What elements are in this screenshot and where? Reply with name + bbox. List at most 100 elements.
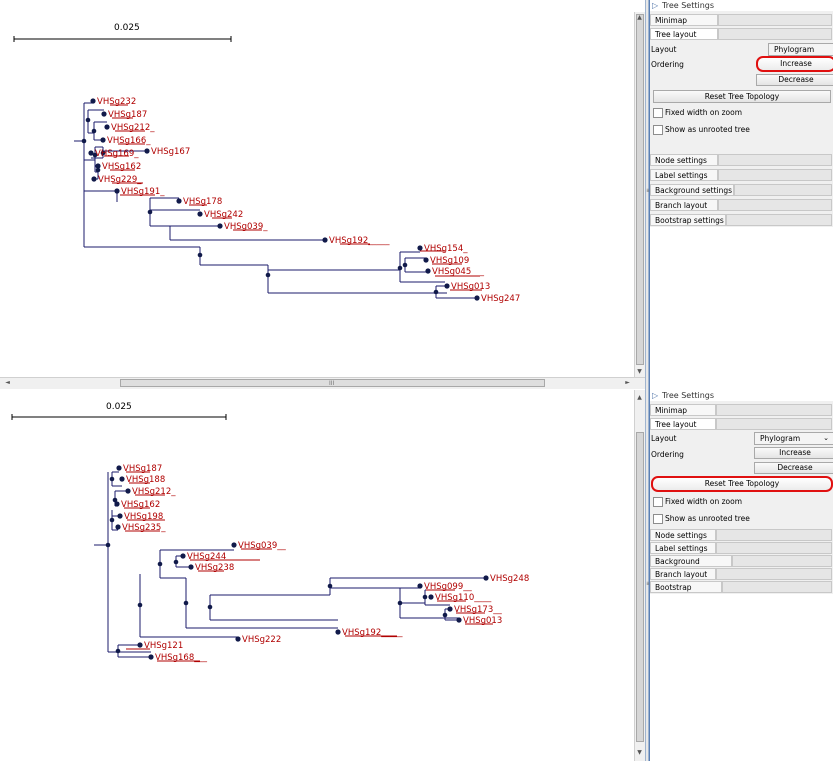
collapse-triangle-icon[interactable]: ▷ <box>652 390 658 401</box>
tree-layout-tab-label: Tree layout <box>650 418 716 430</box>
tree-settings-header[interactable]: ▷ Tree Settings <box>649 390 833 401</box>
leaf-node <box>197 211 203 217</box>
increase-button[interactable]: Increase <box>754 447 833 459</box>
tree-layout-section[interactable]: Tree layout <box>650 28 832 40</box>
tree-node <box>397 600 403 606</box>
settings-empty-area <box>649 227 833 390</box>
leaf-node <box>217 223 223 229</box>
leaf-node <box>322 237 328 243</box>
ordering-label: Ordering <box>651 60 684 69</box>
leaf-node <box>104 124 110 130</box>
section-bar <box>718 154 832 166</box>
node-settings-section[interactable]: Node settings <box>650 154 832 166</box>
leaf-node <box>137 642 143 648</box>
tree-canvas-bottom[interactable]: VHSg187 VHSg188 VHSg212_ VHSg162 VHSg198 VHSg… <box>0 390 634 761</box>
tree-settings-panel: ▷ Tree Settings Minimap Tree layout Layo… <box>649 390 833 761</box>
fixed-width-checkbox[interactable]: Fixed width on zoom <box>653 107 823 118</box>
background-settings-section[interactable]: Background settings <box>650 555 832 578</box>
unrooted-checkbox[interactable]: Show as unrooted tree <box>653 124 823 135</box>
checkbox-box[interactable] <box>653 514 663 524</box>
increase-button[interactable]: Increase <box>756 56 833 72</box>
leaf-node <box>417 245 423 251</box>
background-settings-label: Background settings <box>650 184 734 196</box>
layout-select[interactable]: Phylogram ⌄ <box>754 432 833 445</box>
scroll-up-icon[interactable]: ▲ <box>634 393 645 403</box>
scrollbar-thumb[interactable] <box>636 14 644 365</box>
node-settings-section[interactable]: Node settings <box>650 529 832 541</box>
leaf-node <box>117 513 123 519</box>
leaf-label: VHSg013 <box>451 282 490 292</box>
section-bar <box>734 184 832 196</box>
tree-settings-header[interactable]: ▷ Tree Settings <box>649 0 833 11</box>
leaf-node <box>474 295 480 301</box>
collapse-triangle-icon[interactable]: ▷ <box>652 0 658 11</box>
fixed-width-checkbox[interactable]: Fixed width on zoom <box>653 496 823 507</box>
background-settings-section[interactable]: Background settings <box>650 184 832 196</box>
scroll-up-icon[interactable]: ▲ <box>634 13 645 23</box>
section-bar <box>718 14 832 26</box>
tree-canvas-top[interactable]: VHSg232 VHSg187 VHSg212_ VHSg166_ VHSg167 VHS… <box>0 0 634 377</box>
scroll-down-icon[interactable]: ▼ <box>634 367 645 377</box>
label-settings-label: Label settings <box>650 542 716 554</box>
unrooted-label: Show as unrooted tree <box>665 514 750 523</box>
label-settings-section[interactable]: Label settings <box>650 542 832 554</box>
branch-layout-label: Branch layout <box>650 568 716 580</box>
minimap-section[interactable]: Minimap <box>650 14 832 26</box>
tree-layout-section[interactable]: Tree layout <box>650 418 832 430</box>
leaf-node <box>125 488 131 494</box>
ordering-label: Ordering <box>651 450 684 459</box>
leaf-node <box>447 606 453 612</box>
layout-select[interactable]: Phylogram <box>768 43 833 56</box>
scrollbar-thumb[interactable]: III <box>120 379 545 387</box>
panel-border <box>649 0 650 761</box>
decrease-button[interactable]: Decrease <box>756 74 833 86</box>
branch-layout-section[interactable]: Branch layout <box>650 568 832 580</box>
scrollbar-grip: III <box>329 380 335 387</box>
top-tree-view: VHSg232 VHSg187 VHSg212_ VHSg166_ VHSg167 VHS… <box>0 0 833 390</box>
scrollbar-thumb[interactable] <box>636 432 644 742</box>
leaf-label: VHSg244 <box>187 552 226 562</box>
label-settings-section[interactable]: Label settings <box>650 169 832 181</box>
leaf-label: VHSg235_ <box>122 523 166 533</box>
leaf-node <box>88 150 94 156</box>
leaf-label: VHSg045___ <box>432 267 485 277</box>
tree-node <box>442 612 448 618</box>
leaf-label: VHSg162 <box>102 162 141 172</box>
horizontal-scrollbar[interactable]: ◄ III ► <box>0 377 645 389</box>
bootstrap-settings-label: Bootstrap settings <box>650 581 722 604</box>
section-bar <box>732 555 832 567</box>
branch-layout-section[interactable]: Branch layout <box>650 199 832 211</box>
layout-select-value: Phylogram <box>760 434 801 443</box>
minimap-section[interactable]: Minimap <box>650 404 832 416</box>
checkbox-box[interactable] <box>653 497 663 507</box>
checkbox-box[interactable] <box>653 108 663 118</box>
leaf-label: VHSg191_ <box>121 187 165 197</box>
scroll-down-icon[interactable]: ▼ <box>634 748 645 758</box>
scroll-left-icon[interactable]: ◄ <box>2 378 13 388</box>
scale-bar-label: 0.025 <box>106 402 132 412</box>
leaf-label: VHSg162 <box>121 500 160 510</box>
leaf-label: VHSg232 <box>97 97 136 107</box>
reset-tree-topology-button[interactable]: Reset Tree Topology <box>653 90 831 103</box>
leaf-node <box>188 564 194 570</box>
tree-node <box>105 542 111 548</box>
section-bar <box>718 28 832 40</box>
checkbox-box[interactable] <box>653 125 663 135</box>
tree-node <box>147 209 153 215</box>
leaf-node <box>180 553 186 559</box>
leaf-label: VHSg169_ <box>95 149 139 159</box>
decrease-button[interactable]: Decrease <box>754 462 833 474</box>
unrooted-checkbox[interactable]: Show as unrooted tree <box>653 513 823 524</box>
leaf-label: VHSg187 <box>108 110 147 120</box>
leaf-node <box>425 268 431 274</box>
bootstrap-settings-section[interactable]: Bootstrap settings <box>650 214 832 226</box>
reset-tree-topology-button[interactable]: Reset Tree Topology <box>651 476 833 492</box>
leaf-node <box>95 163 101 169</box>
section-bar <box>716 568 832 580</box>
minimap-tab-label: Minimap <box>650 404 716 416</box>
leaf-node <box>91 176 97 182</box>
scroll-right-icon[interactable]: ► <box>622 378 633 388</box>
bootstrap-settings-section[interactable]: Bootstrap settings <box>650 581 832 604</box>
settings-title: Tree Settings <box>662 1 715 10</box>
branch-layout-label: Branch layout <box>650 199 718 211</box>
